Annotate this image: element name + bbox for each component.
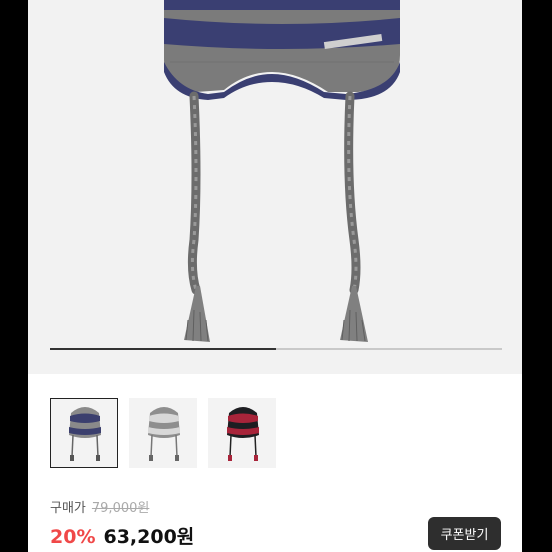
sale-price-row: 20% 63,200원 bbox=[50, 522, 194, 549]
product-image-gallery[interactable] bbox=[28, 0, 522, 374]
hat-thumbnail-icon bbox=[227, 407, 259, 461]
thumbnail-gray-stripe[interactable] bbox=[129, 398, 197, 468]
original-price: 79,000원 bbox=[91, 500, 150, 516]
get-coupon-button[interactable]: 쿠폰받기 bbox=[428, 517, 501, 550]
product-detail-screen: 구매가 79,000원 20% 63,200원 쿠폰받기 bbox=[28, 0, 522, 552]
gallery-progress-fill bbox=[50, 348, 276, 350]
buy-price-label: 구매가 bbox=[50, 500, 86, 516]
sale-price: 63,200원 bbox=[103, 526, 195, 548]
discount-rate: 20% bbox=[50, 526, 96, 548]
price-block: 구매가 79,000원 20% 63,200원 bbox=[50, 496, 194, 549]
hat-thumbnail-icon bbox=[148, 407, 180, 461]
thumbnail-navy-stripe[interactable] bbox=[50, 398, 118, 468]
thumbnail-red-stripe[interactable] bbox=[208, 398, 276, 468]
hat-illustration bbox=[164, 0, 400, 342]
color-thumbnail-list bbox=[50, 398, 276, 468]
gallery-progress-track[interactable] bbox=[50, 348, 502, 350]
price-label-row: 구매가 79,000원 bbox=[50, 496, 194, 516]
hat-thumbnail-icon bbox=[69, 407, 101, 461]
